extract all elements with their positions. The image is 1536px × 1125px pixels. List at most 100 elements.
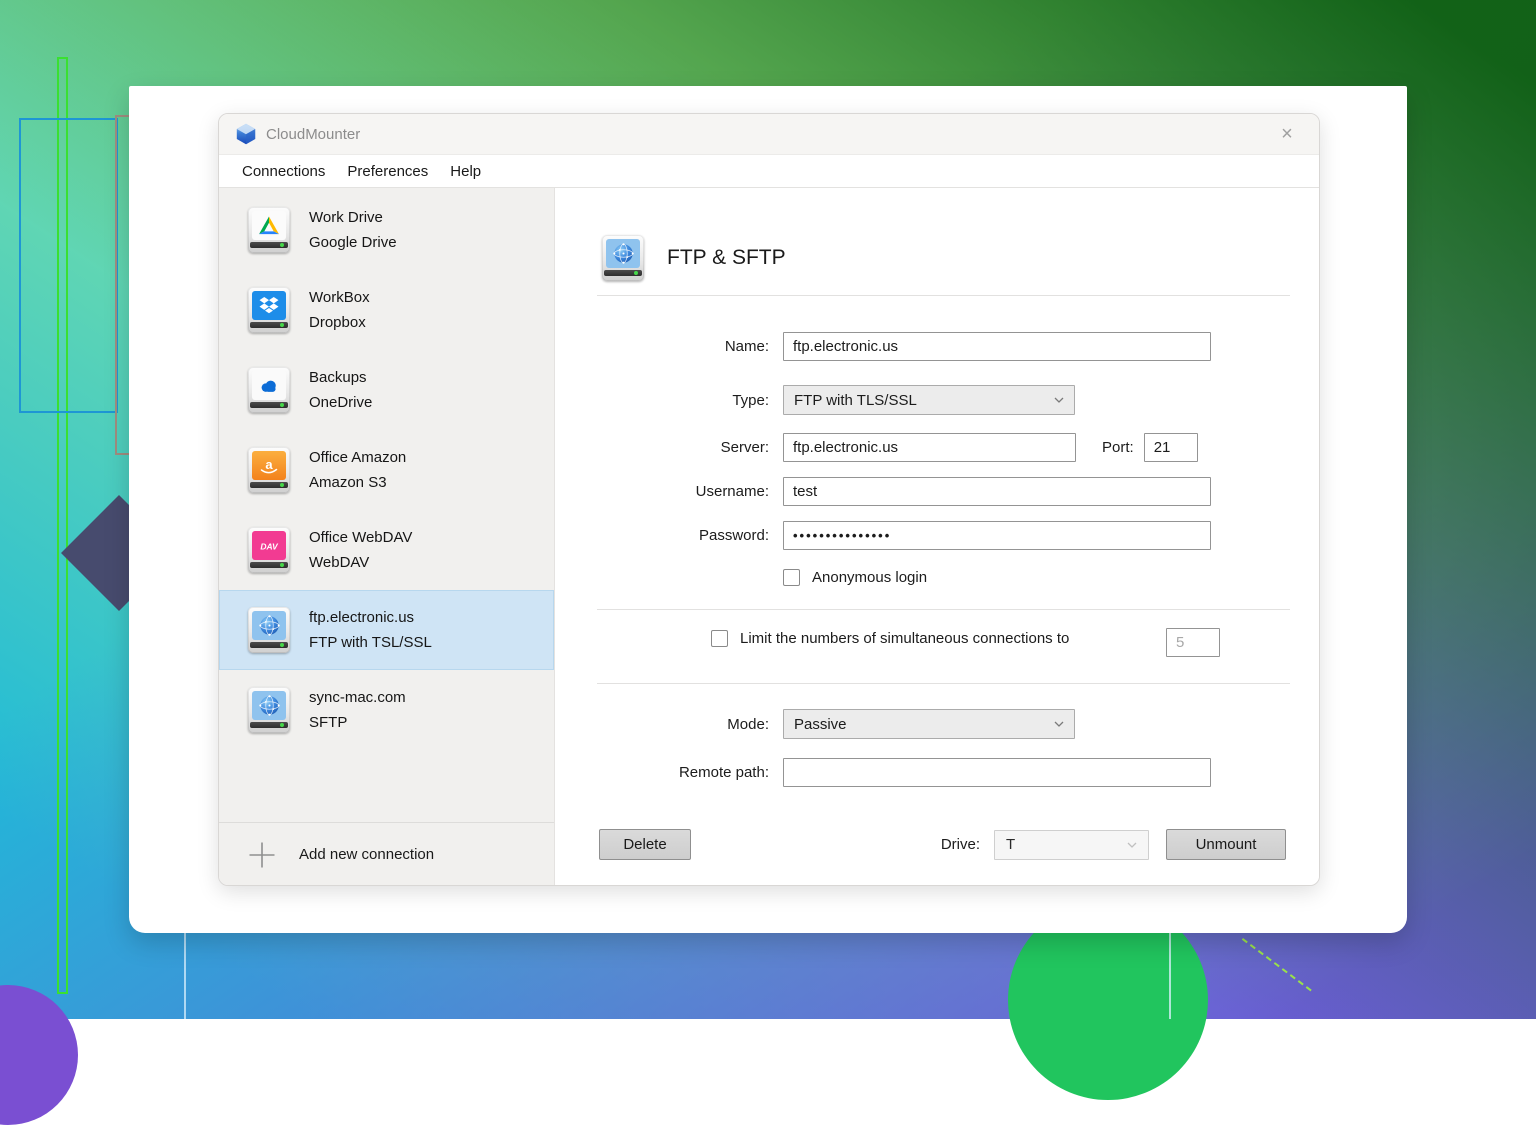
limit-connections-label: Limit the numbers of simultaneous connec… [740,630,1070,647]
onedrive-drive-icon [245,367,293,413]
remote-path-label: Remote path: [678,764,769,781]
webdav-icon: DAV [252,531,286,560]
username-label: Username: [695,483,769,500]
ftp-drive-icon [599,235,647,281]
amazon-s3-icon: a [252,451,286,480]
type-select[interactable]: FTP with TLS/SSL [783,385,1075,415]
svg-text:a: a [265,457,273,472]
limit-connections-checkbox[interactable] [711,630,728,647]
globe-icon [606,239,640,268]
limit-connections-input[interactable] [1166,628,1220,657]
connection-title: Work Drive [309,209,383,226]
connection-item[interactable]: DAV Office WebDAV WebDAV [219,510,554,590]
password-label: Password: [698,527,769,544]
decor-blue-rect-outline [19,118,118,413]
dropbox-icon [252,291,286,320]
panel-footer: Delete Drive: T Unmount [599,829,1286,860]
connections-sidebar: Work Drive Google Drive WorkBox Dropbox … [219,188,555,885]
connection-item[interactable]: Work Drive Google Drive [219,190,554,270]
drive-led [280,243,284,247]
connection-title: Office WebDAV [309,529,413,546]
connection-item[interactable]: ftp.electronic.us FTP with TSL/SSL [219,590,554,670]
type-label: Type: [732,391,769,409]
anonymous-login-checkbox[interactable] [783,569,800,586]
name-input[interactable] [783,332,1211,361]
ftp-globe-icon [252,611,286,640]
google-drive-drive-icon [245,207,293,253]
connection-item[interactable]: sync-mac.com SFTP [219,670,554,750]
title-bar[interactable]: CloudMounter × [219,114,1319,155]
drive-led [280,403,284,407]
drive-label: Drive: [940,836,980,853]
dropbox-drive-icon [245,287,293,333]
menu-preferences[interactable]: Preferences [336,163,439,180]
drive-letter-select[interactable]: T [994,829,1149,860]
connection-item[interactable]: a Office Amazon Amazon S3 [219,430,554,510]
cloudmounter-window: CloudMounter × Connections Preferences H… [218,113,1320,886]
menu-bar: Connections Preferences Help [219,155,1319,188]
connection-item[interactable]: Backups OneDrive [219,350,554,430]
connection-item[interactable]: WorkBox Dropbox [219,270,554,350]
username-input[interactable] [783,477,1211,506]
connection-title: Backups [309,369,367,386]
close-button[interactable]: × [1275,122,1299,146]
connections-list: Work Drive Google Drive WorkBox Dropbox … [219,188,554,750]
connection-title: ftp.electronic.us [309,609,415,626]
drive-led [280,483,284,487]
connection-subtitle: FTP with TSL/SSL [309,634,432,651]
menu-connections[interactable]: Connections [231,163,336,180]
decor-light-vline-left [184,933,186,1019]
add-new-connection-button[interactable]: Add new connection [219,822,554,885]
mode-label: Mode: [727,715,769,733]
amazon-s3-drive-icon: a [245,447,293,493]
screenshot-canvas: CloudMounter × Connections Preferences H… [129,86,1407,933]
unmount-button[interactable]: Unmount [1166,829,1286,860]
menu-help[interactable]: Help [439,163,492,180]
password-input[interactable] [783,521,1211,550]
window-content: Work Drive Google Drive WorkBox Dropbox … [219,188,1319,885]
connection-subtitle: Dropbox [309,314,366,331]
port-input[interactable] [1143,433,1198,462]
server-input[interactable] [783,433,1076,462]
connection-title: Office Amazon [309,449,407,466]
drive-led [280,563,284,567]
panel-title: FTP & SFTP [667,246,786,269]
ftp-globe-drive-icon [245,607,293,653]
connection-subtitle: OneDrive [309,394,373,411]
divider [597,609,1290,610]
connection-subtitle: Google Drive [309,234,397,251]
remote-path-input[interactable] [783,758,1211,787]
anonymous-login-label: Anonymous login [812,569,928,586]
mode-select[interactable]: Passive [783,709,1075,739]
svg-text:DAV: DAV [260,541,279,551]
connection-subtitle: WebDAV [309,554,370,571]
chevron-down-icon [1054,397,1064,403]
type-select-value: FTP with TLS/SSL [794,391,917,409]
ftp-globe-drive-icon [245,687,293,733]
drive-led [280,643,284,647]
port-label: Port: [1102,439,1134,456]
google-drive-icon [252,211,286,240]
delete-button[interactable]: Delete [599,829,691,860]
app-title: CloudMounter [266,125,361,143]
mode-select-value: Passive [794,715,847,733]
decor-light-vline-right [1169,933,1171,1019]
chevron-down-icon [1054,721,1064,727]
panel-header: FTP & SFTP [599,235,786,281]
connection-title: WorkBox [309,289,370,306]
ftp-globe-icon [252,691,286,720]
drive-letter-value: T [1006,836,1016,853]
plus-icon [249,842,275,867]
add-new-connection-label: Add new connection [299,846,435,863]
drive-led [634,271,638,275]
connection-detail-panel: FTP & SFTP Name: Type: FTP with TLS/SSL [555,188,1319,885]
connection-subtitle: Amazon S3 [309,474,387,491]
webdav-drive-icon: DAV [245,527,293,573]
connection-subtitle: SFTP [309,714,348,731]
cloudmounter-logo-icon [236,123,256,145]
onedrive-icon [252,371,286,400]
server-label: Server: [720,439,769,456]
divider [597,295,1290,296]
drive-led [280,723,284,727]
name-label: Name: [724,338,769,355]
